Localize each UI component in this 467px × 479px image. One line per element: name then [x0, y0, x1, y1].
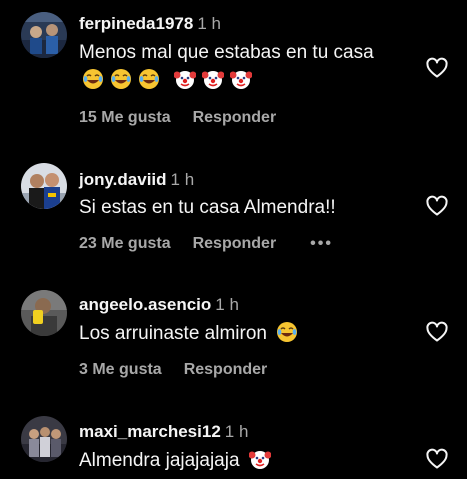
reply-button[interactable]: Responder [184, 361, 268, 378]
comment-emoji-line [82, 68, 258, 93]
comment-actions: 15 Me gusta Responder [79, 108, 276, 128]
joy-emoji [276, 321, 298, 343]
comment-text: Los arruinaste almiron [79, 321, 304, 346]
comment-username[interactable]: angeelo.asencio [79, 295, 211, 314]
likes-count[interactable]: 3 Me gusta [79, 361, 162, 378]
comment-username[interactable]: ferpineda1978 [79, 14, 193, 33]
clown-emoji [230, 68, 252, 90]
comment-body: Almendra jajajajaja [79, 450, 240, 471]
heart-outline-icon[interactable] [425, 447, 449, 471]
joy-emoji [110, 68, 132, 90]
comment-body: Los arruinaste almiron [79, 323, 267, 344]
comment-username[interactable]: jony.daviid [79, 170, 167, 189]
comment-header: angeelo.asencio 1 h [79, 295, 239, 315]
reply-button[interactable]: Responder [193, 109, 277, 126]
heart-outline-icon[interactable] [425, 194, 449, 218]
avatar[interactable] [21, 163, 67, 209]
heart-outline-icon[interactable] [425, 320, 449, 344]
comment-username[interactable]: maxi_marchesi12 [79, 422, 221, 441]
more-options-icon[interactable]: ••• [310, 235, 333, 252]
comment-time: 1 h [215, 295, 239, 314]
comment-header: jony.daviid 1 h [79, 170, 194, 190]
avatar[interactable] [21, 290, 67, 336]
comment-text: Menos mal que estabas en tu casa [79, 41, 374, 65]
comment-time: 1 h [170, 170, 195, 189]
comment-actions: 3 Me gusta Responder [79, 360, 267, 380]
comment-header: maxi_marchesi12 1 h [79, 422, 248, 442]
clown-emoji [248, 448, 271, 470]
comment-time: 1 h [224, 422, 249, 441]
comment-text: Almendra jajajajaja [79, 448, 277, 473]
avatar[interactable] [21, 416, 67, 462]
joy-emoji [82, 68, 104, 90]
reply-button[interactable]: Responder [193, 235, 277, 252]
comment-header: ferpineda1978 1 h [79, 14, 221, 34]
likes-count[interactable]: 23 Me gusta [79, 235, 171, 252]
likes-count[interactable]: 15 Me gusta [79, 109, 171, 126]
avatar[interactable] [21, 12, 67, 58]
clown-emoji [202, 68, 224, 90]
joy-emoji [138, 68, 160, 90]
comment-body: Si estas en tu casa Almendra!! [79, 197, 336, 218]
comment-actions: 23 Me gusta Responder ••• [79, 234, 333, 254]
comment-time: 1 h [197, 14, 221, 33]
comment-body: Menos mal que estabas en tu casa [79, 42, 374, 63]
comment-text: Si estas en tu casa Almendra!! [79, 196, 336, 220]
heart-outline-icon[interactable] [425, 56, 449, 80]
clown-emoji [174, 68, 196, 90]
